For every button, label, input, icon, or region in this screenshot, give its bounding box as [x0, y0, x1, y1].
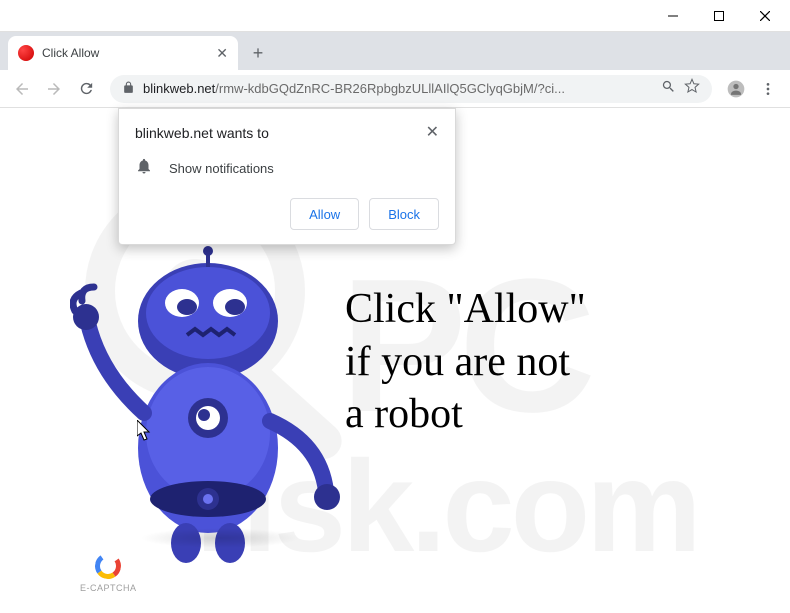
reload-button[interactable]	[72, 75, 100, 103]
captcha-icon	[93, 551, 123, 581]
captcha-label: E-CAPTCHA	[80, 583, 137, 593]
block-button[interactable]: Block	[369, 198, 439, 230]
menu-button[interactable]	[754, 75, 782, 103]
tab-close-icon[interactable]: ✕	[216, 45, 228, 62]
minimize-button[interactable]	[650, 1, 696, 31]
forward-button[interactable]	[40, 75, 68, 103]
bell-icon	[135, 157, 153, 180]
browser-toolbar: blinkweb.net/rmw-kdbGQdZnRC-BR26RpbgbzUL…	[0, 70, 790, 108]
permission-origin: blinkweb.net wants to	[135, 125, 269, 141]
profile-button[interactable]	[722, 75, 750, 103]
back-button[interactable]	[8, 75, 36, 103]
search-icon[interactable]	[661, 79, 676, 99]
mouse-cursor	[137, 420, 153, 447]
tab-title: Click Allow	[42, 46, 208, 60]
page-content: risk.com PC	[0, 108, 790, 613]
permission-prompt: blinkweb.net wants to ✕ Show notificatio…	[118, 108, 456, 245]
star-icon[interactable]	[684, 78, 700, 99]
permission-close-icon[interactable]: ✕	[426, 125, 439, 141]
window-titlebar	[0, 0, 790, 32]
allow-button[interactable]: Allow	[290, 198, 359, 230]
instruction-text: Click "Allow" if you are not a robot	[345, 283, 586, 441]
address-bar[interactable]: blinkweb.net/rmw-kdbGQdZnRC-BR26RpbgbzUL…	[110, 75, 712, 103]
captcha-badge: E-CAPTCHA	[80, 553, 137, 593]
url-text: blinkweb.net/rmw-kdbGQdZnRC-BR26RpbgbzUL…	[143, 81, 653, 96]
new-tab-button[interactable]: +	[244, 39, 272, 67]
maximize-button[interactable]	[696, 1, 742, 31]
favicon	[18, 45, 34, 61]
tab-strip: Click Allow ✕ +	[0, 32, 790, 70]
permission-label: Show notifications	[169, 161, 274, 176]
close-window-button[interactable]	[742, 1, 788, 31]
robot-illustration	[70, 243, 340, 568]
browser-tab[interactable]: Click Allow ✕	[8, 36, 238, 70]
robot-shadow	[140, 528, 300, 548]
lock-icon	[122, 81, 135, 97]
